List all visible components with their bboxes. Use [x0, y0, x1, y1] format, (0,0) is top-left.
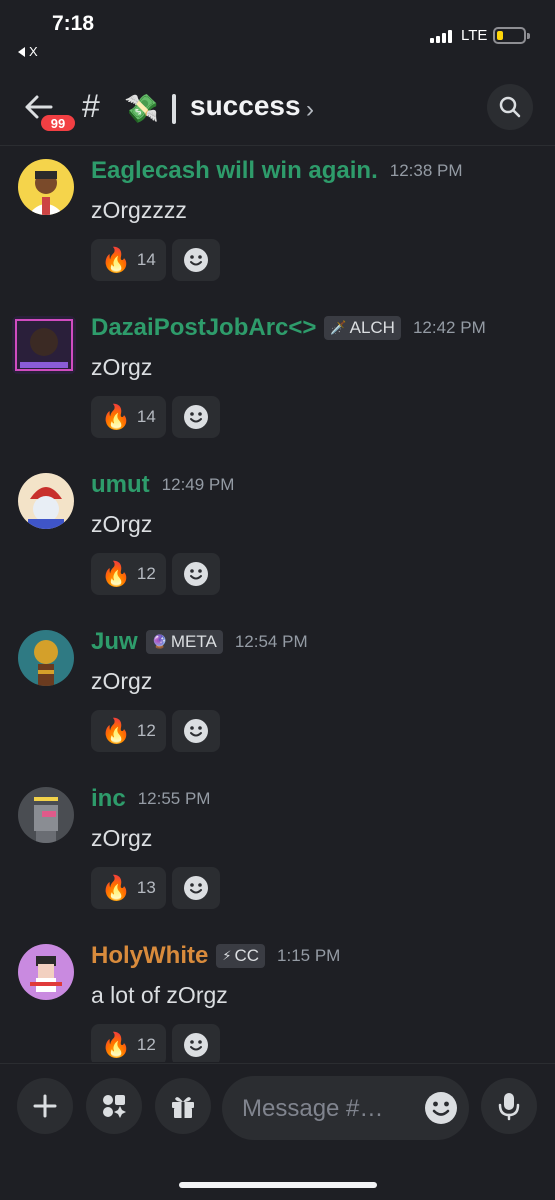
add-reaction-button[interactable] [171, 239, 220, 281]
smiley-icon [183, 876, 208, 900]
gift-icon [172, 1097, 194, 1118]
back-to-app-link[interactable]: X [18, 44, 38, 59]
role-tag[interactable]: 🗡️ ALCH [324, 316, 401, 340]
username[interactable]: umut [91, 471, 150, 499]
clock: 7:18 [52, 12, 95, 35]
username[interactable]: HolyWhite [91, 942, 208, 970]
reaction-count: 12 [136, 721, 156, 740]
message-text: zOrgz [91, 511, 153, 537]
channel-emoji: 💸 [124, 93, 159, 124]
lightning-icon: ⚡ [222, 948, 232, 963]
role-label: META [170, 632, 217, 651]
role-label: CC [234, 946, 260, 965]
plus-icon [33, 1094, 57, 1118]
avatar[interactable] [18, 159, 74, 215]
message-text: a lot of zOrgz [91, 982, 228, 1008]
username[interactable]: DazaiPostJobArc<> [91, 314, 316, 342]
smiley-icon [183, 562, 208, 586]
fire-icon: 🔥 [101, 874, 131, 902]
message-composer: Message #… [0, 1063, 555, 1200]
fire-icon: 🔥 [101, 717, 131, 745]
fire-icon: 🔥 [101, 403, 131, 431]
channel-header: # 💸 success › [0, 70, 555, 146]
role-tag[interactable]: ⚡ CC [216, 944, 266, 968]
microphone-icon [498, 1093, 520, 1121]
attach-button[interactable] [17, 1078, 73, 1134]
timestamp: 12:38 PM [389, 161, 463, 180]
back-triangle-icon [18, 46, 25, 57]
signal-bars-icon [430, 30, 452, 43]
add-reaction-button[interactable] [171, 710, 220, 752]
voice-message-button[interactable] [481, 1078, 537, 1134]
role-label: ALCH [349, 318, 395, 337]
avatar[interactable] [18, 630, 74, 686]
fire-icon: 🔥 [101, 246, 131, 274]
add-reaction-button[interactable] [171, 396, 220, 438]
network-type: LTE [461, 27, 488, 44]
username[interactable]: Eaglecash will win again. [91, 157, 378, 185]
reaction-count: 13 [136, 878, 156, 897]
timestamp: 12:55 PM [137, 789, 211, 808]
smiley-icon [183, 719, 208, 743]
message-input[interactable]: Message #… [222, 1076, 469, 1140]
fire-icon: 🔥 [101, 560, 131, 588]
reaction-count: 14 [136, 250, 156, 269]
emoji-picker-icon[interactable] [423, 1090, 459, 1126]
back-app-label: X [29, 44, 38, 59]
channel-name-divider [172, 94, 176, 124]
reaction-fire[interactable]: 🔥 13 [91, 867, 166, 909]
crystal-ball-icon: 🔮 [151, 634, 168, 649]
fire-icon: 🔥 [101, 1031, 131, 1059]
add-reaction-button[interactable] [171, 553, 220, 595]
avatar[interactable] [12, 316, 76, 374]
reaction-fire[interactable]: 🔥 12 [91, 553, 166, 595]
channel-title[interactable]: success [190, 90, 301, 122]
reaction-fire[interactable]: 🔥 12 [91, 1024, 166, 1062]
add-reaction-button[interactable] [171, 1024, 220, 1062]
reaction-count: 14 [136, 407, 156, 426]
timestamp: 1:15 PM [277, 946, 341, 965]
apps-button[interactable] [86, 1078, 142, 1134]
smiley-icon [183, 405, 208, 429]
avatar[interactable] [18, 944, 74, 1000]
apps-sparkle-icon [103, 1095, 126, 1118]
channel-hash-icon: # [82, 88, 100, 124]
smiley-icon [183, 248, 208, 272]
reaction-fire[interactable]: 🔥 14 [91, 396, 166, 438]
message-text: zOrgz [91, 668, 153, 694]
message-list[interactable]: Eaglecash will win again. 12:38 PM zOrgz… [0, 147, 555, 1062]
search-icon [499, 96, 521, 118]
smiley-icon [183, 1033, 208, 1057]
home-indicator [179, 1182, 377, 1188]
sword-icon: 🗡️ [330, 320, 347, 335]
reaction-count: 12 [136, 1035, 156, 1054]
avatar[interactable] [18, 473, 74, 529]
gift-button[interactable] [155, 1078, 211, 1134]
message-text: zOrgzzzz [91, 197, 187, 223]
message-text: zOrgz [91, 825, 153, 851]
chevron-right-icon[interactable]: › [306, 96, 314, 124]
message-text: zOrgz [91, 354, 153, 380]
timestamp: 12:42 PM [412, 318, 486, 337]
timestamp: 12:54 PM [234, 632, 308, 651]
role-tag[interactable]: 🔮 META [145, 630, 223, 654]
reaction-fire[interactable]: 🔥 12 [91, 710, 166, 752]
timestamp: 12:49 PM [161, 475, 235, 494]
reaction-count: 12 [136, 564, 156, 583]
username[interactable]: Juw [91, 628, 138, 656]
message-input-placeholder: Message #… [242, 1095, 384, 1122]
search-button[interactable] [487, 84, 533, 130]
battery-icon [493, 27, 530, 44]
status-bar: 7:18 X LTE [0, 0, 555, 70]
unread-count-badge: 99 [38, 112, 78, 134]
add-reaction-button[interactable] [171, 867, 220, 909]
avatar[interactable] [18, 787, 74, 843]
reaction-fire[interactable]: 🔥 14 [91, 239, 166, 281]
username[interactable]: inc [91, 785, 126, 813]
